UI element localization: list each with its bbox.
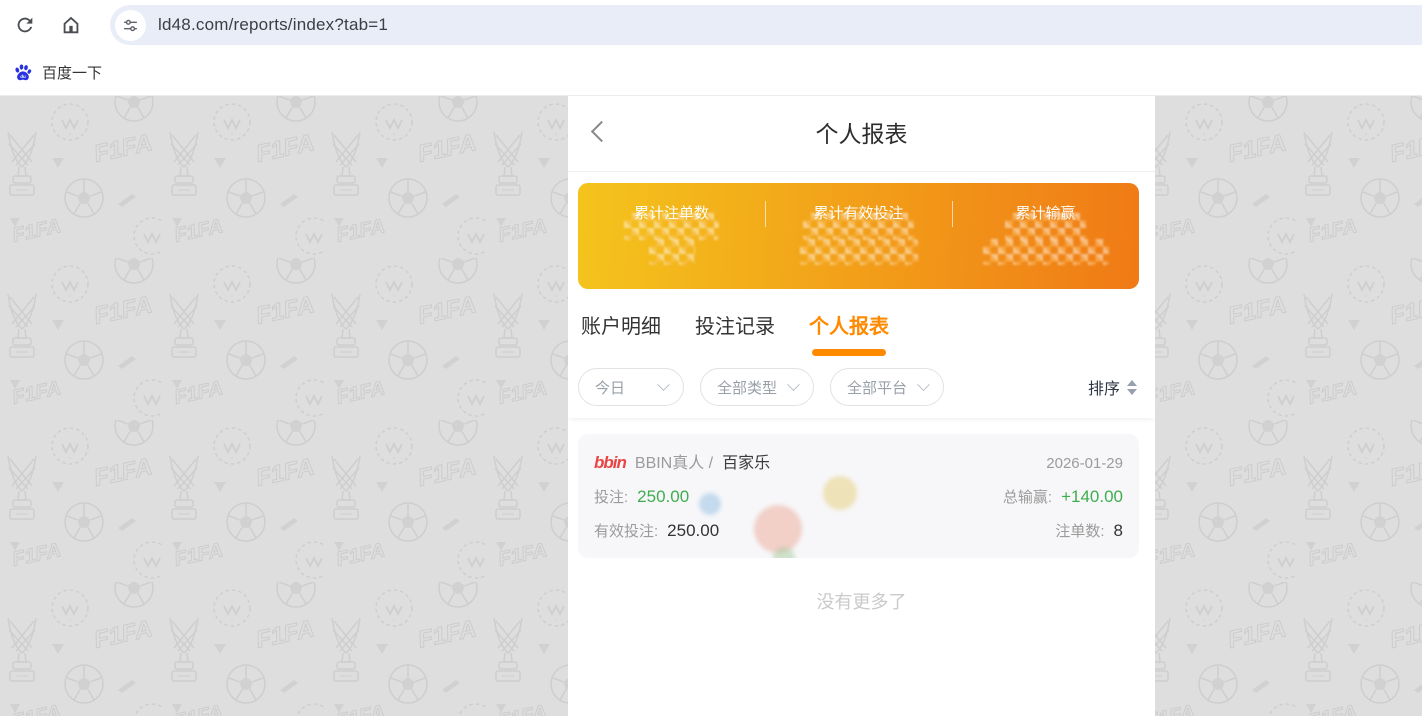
censored-overlay	[624, 213, 719, 240]
censored-value	[649, 239, 695, 265]
valid-bet-value: 250.00	[667, 521, 719, 541]
game-name: 百家乐	[722, 449, 770, 473]
bet-count-value: 8	[1114, 521, 1123, 541]
type-filter-dropdown[interactable]: 全部类型	[700, 368, 814, 406]
svg-text:du: du	[20, 74, 26, 79]
no-more-text: 没有更多了	[568, 588, 1155, 614]
tab-underline-active	[812, 349, 886, 356]
browser-toolbar: ld48.com/reports/index?tab=1	[0, 0, 1422, 50]
divider	[765, 201, 767, 227]
date-filter-dropdown[interactable]: 今日	[578, 368, 684, 406]
tab-underline	[584, 349, 658, 356]
record-date: 2026-01-29	[1046, 455, 1123, 472]
chevron-down-icon	[787, 378, 800, 391]
stat-total-bets: 累计注单数	[578, 202, 765, 289]
filter-bar: 今日 全部类型 全部平台 排序	[568, 356, 1155, 418]
address-bar[interactable]: ld48.com/reports/index?tab=1	[110, 5, 1422, 45]
url-text[interactable]: ld48.com/reports/index?tab=1	[158, 15, 388, 35]
site-settings-button[interactable]	[115, 10, 146, 41]
censored-overlay	[1005, 213, 1085, 240]
stat-valid-bets: 累计有效投注	[765, 202, 952, 289]
platform-filter-dropdown[interactable]: 全部平台	[830, 368, 944, 406]
bbin-logo: bbin	[594, 453, 626, 473]
sort-arrows-icon	[1127, 380, 1137, 395]
censored-value	[983, 239, 1109, 265]
report-panel: 个人报表 累计注单数 累计有效投注 累计输赢	[568, 96, 1155, 716]
site-settings-icon	[122, 17, 139, 34]
reload-icon	[14, 14, 36, 36]
home-button[interactable]	[54, 8, 88, 42]
divider	[952, 201, 954, 227]
bookmark-baidu[interactable]: 百度一下	[42, 62, 102, 83]
bet-value: 250.00	[637, 487, 689, 507]
page-header: 个人报表	[568, 96, 1155, 172]
tab-account-detail[interactable]: 账户明细	[581, 310, 661, 356]
bookmarks-bar: du 百度一下	[0, 50, 1422, 96]
provider-name: BBIN真人 /	[635, 449, 713, 473]
tab-personal-report[interactable]: 个人报表	[809, 310, 889, 356]
stat-win-loss: 累计输赢	[952, 202, 1139, 289]
bet-label: 投注:	[594, 486, 628, 507]
censored-value	[800, 239, 918, 265]
report-list: bbin BBIN真人 / 百家乐 2026-01-29 投注: 250.00 …	[568, 418, 1155, 716]
report-record-card[interactable]: bbin BBIN真人 / 百家乐 2026-01-29 投注: 250.00 …	[578, 434, 1139, 558]
valid-bet-label: 有效投注:	[594, 520, 658, 541]
tab-bar: 账户明细 投注记录 个人报表	[568, 289, 1155, 356]
chevron-down-icon	[917, 378, 930, 391]
chevron-down-icon	[657, 378, 670, 391]
sort-toggle[interactable]: 排序	[1088, 375, 1137, 399]
win-label: 总输赢:	[1003, 486, 1052, 507]
censored-overlay	[803, 213, 913, 240]
page-title: 个人报表	[568, 96, 1155, 172]
page-viewport: F1FA F1FA 个人报表 累计注单数	[0, 96, 1422, 716]
tab-underline	[698, 349, 772, 356]
reload-button[interactable]	[8, 8, 42, 42]
bet-count-label: 注单数:	[1055, 520, 1104, 541]
tab-bet-records[interactable]: 投注记录	[695, 310, 775, 356]
summary-stats-card: 累计注单数 累计有效投注 累计输赢	[578, 183, 1139, 289]
baidu-icon: du	[13, 63, 33, 83]
win-value: +140.00	[1061, 487, 1123, 507]
home-icon	[60, 14, 82, 36]
